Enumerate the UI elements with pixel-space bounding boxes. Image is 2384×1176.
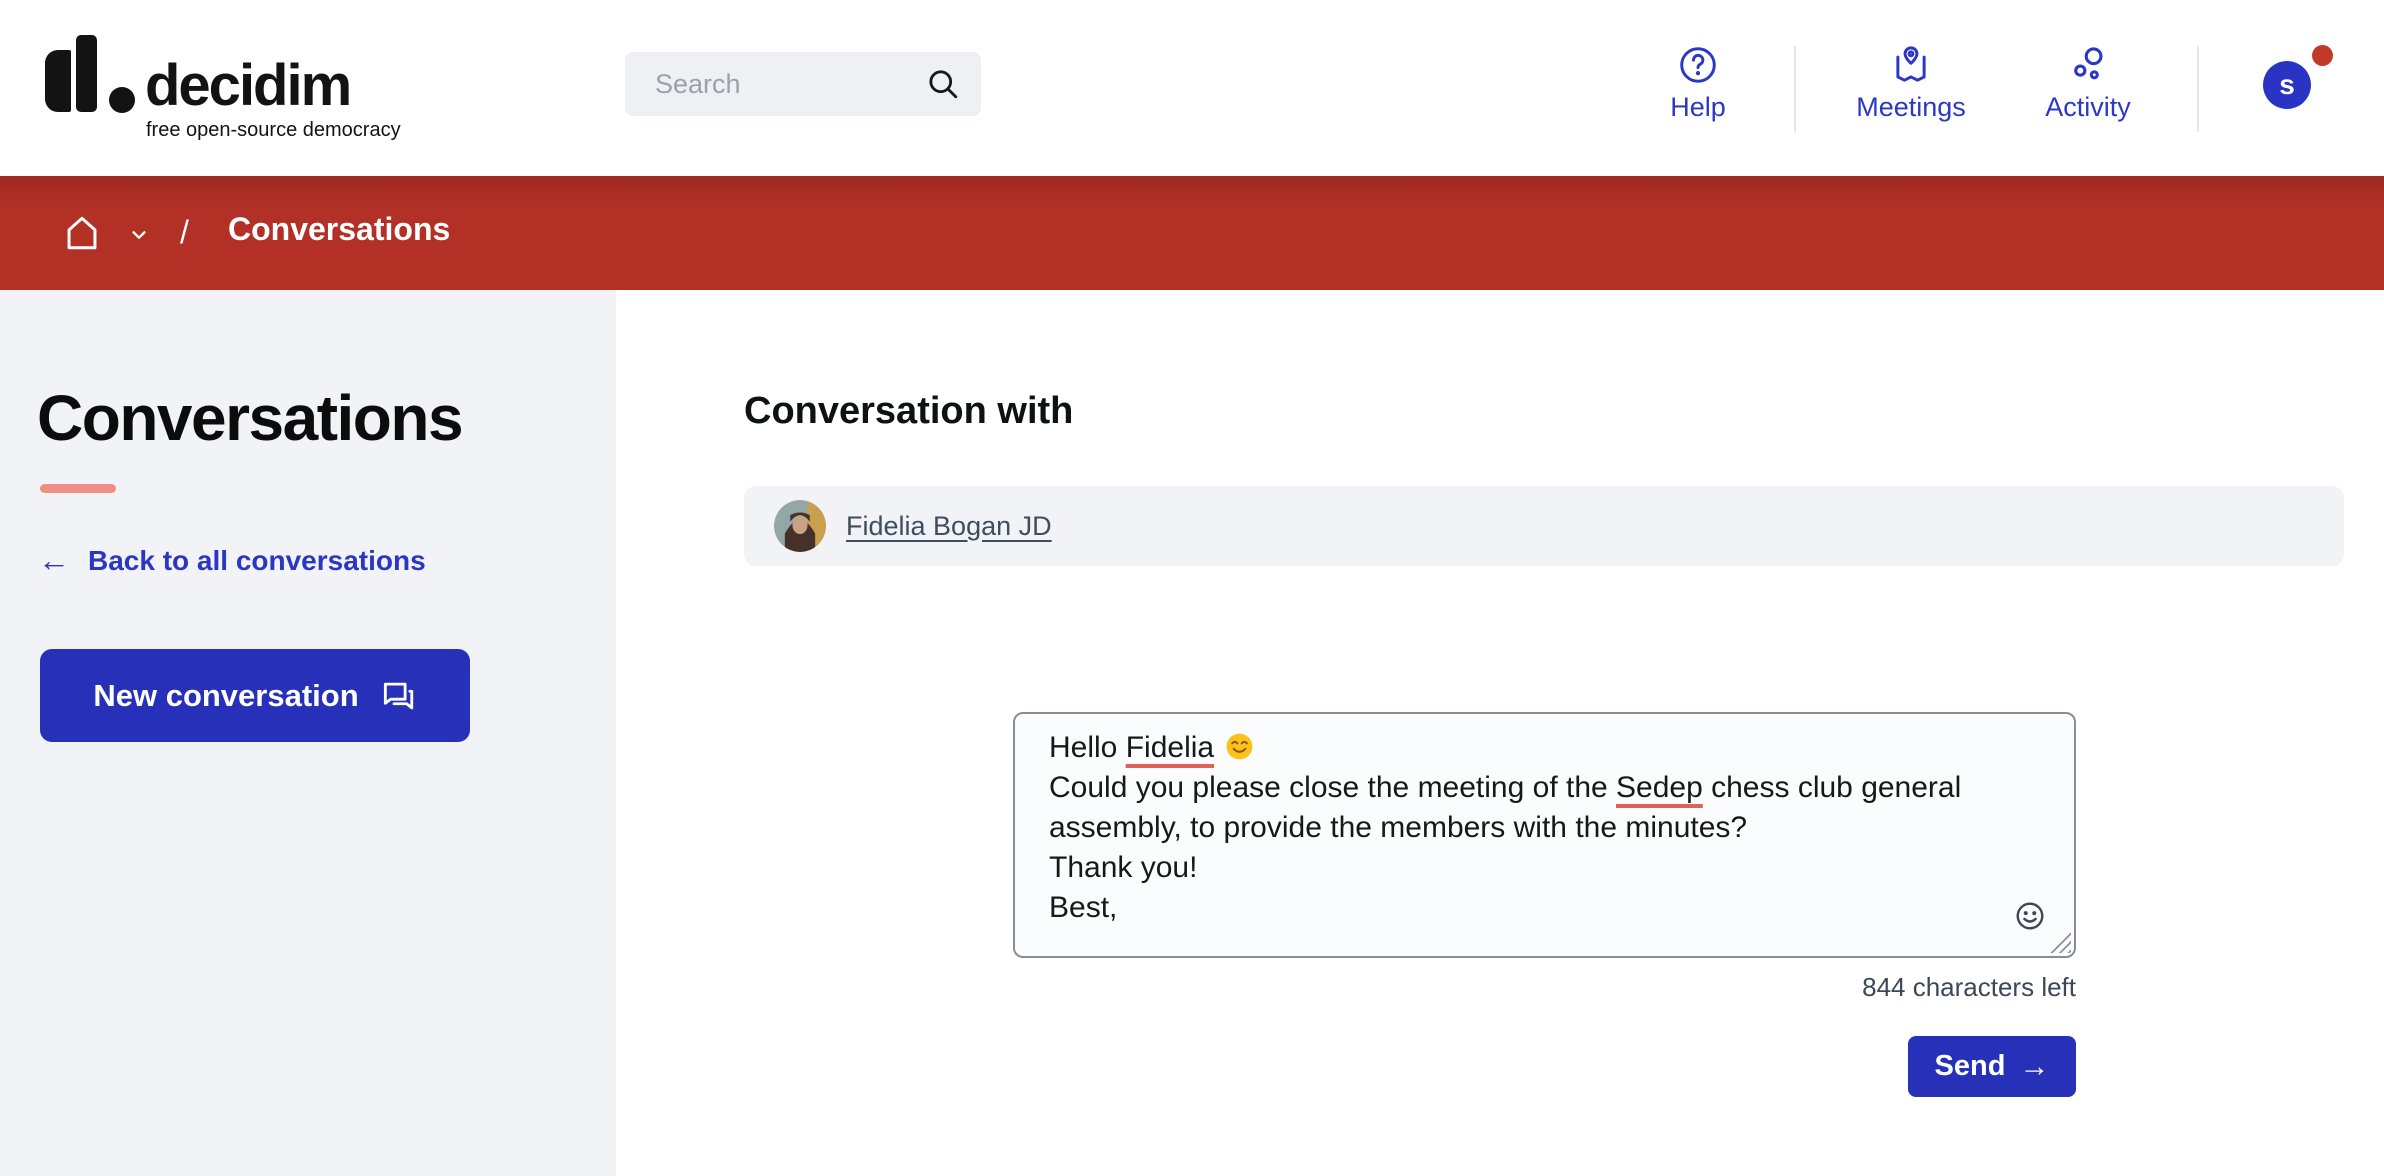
user-avatar[interactable]: s	[2263, 61, 2311, 109]
header-divider	[1794, 46, 1796, 132]
send-button[interactable]: Send →	[1908, 1036, 2076, 1097]
header-divider	[2197, 46, 2199, 132]
chevron-down-icon[interactable]	[126, 222, 152, 248]
search-box	[625, 52, 981, 116]
logo-brand-text: decidim	[145, 57, 350, 115]
decidim-logo[interactable]: decidim free open-source democracy	[45, 35, 465, 155]
page-title: Conversations	[37, 386, 462, 450]
breadcrumb: / Conversations	[0, 176, 2384, 290]
page: decidim free open-source democracy Help	[0, 0, 2384, 1176]
title-accent-underline	[40, 484, 116, 493]
emoji-picker-icon[interactable]	[2014, 900, 2046, 932]
message-content: Hello Fidelia Could you please close the…	[1049, 728, 2030, 928]
nav-meetings[interactable]: Meetings	[1811, 44, 2011, 121]
participant-name-link[interactable]: Fidelia Bogan JD	[846, 511, 1052, 542]
notification-dot	[2312, 45, 2333, 66]
new-conversation-button[interactable]: New conversation	[40, 649, 470, 742]
back-to-conversations-link[interactable]: ← Back to all conversations	[38, 542, 426, 579]
characters-left-counter: 844 characters left	[1013, 972, 2076, 1003]
logo-dot-icon	[109, 87, 135, 113]
breadcrumb-current: Conversations	[228, 211, 450, 248]
new-conversation-label: New conversation	[93, 678, 358, 714]
logo-bar-icon	[76, 35, 97, 112]
nav-meetings-label: Meetings	[1856, 94, 1966, 121]
top-header: decidim free open-source democracy Help	[0, 0, 2384, 176]
resize-handle[interactable]	[2045, 927, 2071, 953]
smiling-emoji-icon	[1224, 731, 1255, 762]
help-question-icon	[1677, 44, 1719, 86]
bubbles-activity-icon	[2067, 44, 2109, 86]
nav-activity[interactable]: Activity	[1988, 44, 2188, 121]
nav-help[interactable]: Help	[1598, 44, 1798, 121]
home-icon[interactable]	[61, 212, 103, 254]
nav-help-label: Help	[1670, 94, 1726, 121]
participant-avatar[interactable]	[774, 500, 826, 552]
sidebar: Conversations ← Back to all conversation…	[0, 290, 616, 1176]
user-menu[interactable]: s	[2263, 61, 2311, 109]
chat-bubbles-icon	[379, 677, 417, 715]
nav-activity-label: Activity	[2045, 94, 2131, 121]
send-label: Send	[1935, 1050, 2006, 1083]
message-textarea[interactable]: Hello Fidelia Could you please close the…	[1013, 712, 2076, 958]
logo-tagline-text: free open-source democracy	[146, 119, 401, 142]
misspelled-word: Sedep	[1616, 771, 1703, 804]
breadcrumb-separator: /	[180, 214, 189, 251]
conversation-heading: Conversation with	[744, 390, 1073, 433]
arrow-left-icon: ←	[38, 542, 70, 579]
arrow-right-icon: →	[2019, 1050, 2049, 1084]
search-icon[interactable]	[925, 66, 961, 102]
misspelled-word: Fidelia	[1126, 731, 1214, 764]
participant-row: Fidelia Bogan JD	[744, 486, 2344, 566]
logo-bar-icon	[45, 50, 71, 112]
map-pin-icon	[1890, 44, 1932, 86]
back-link-label: Back to all conversations	[88, 545, 426, 577]
